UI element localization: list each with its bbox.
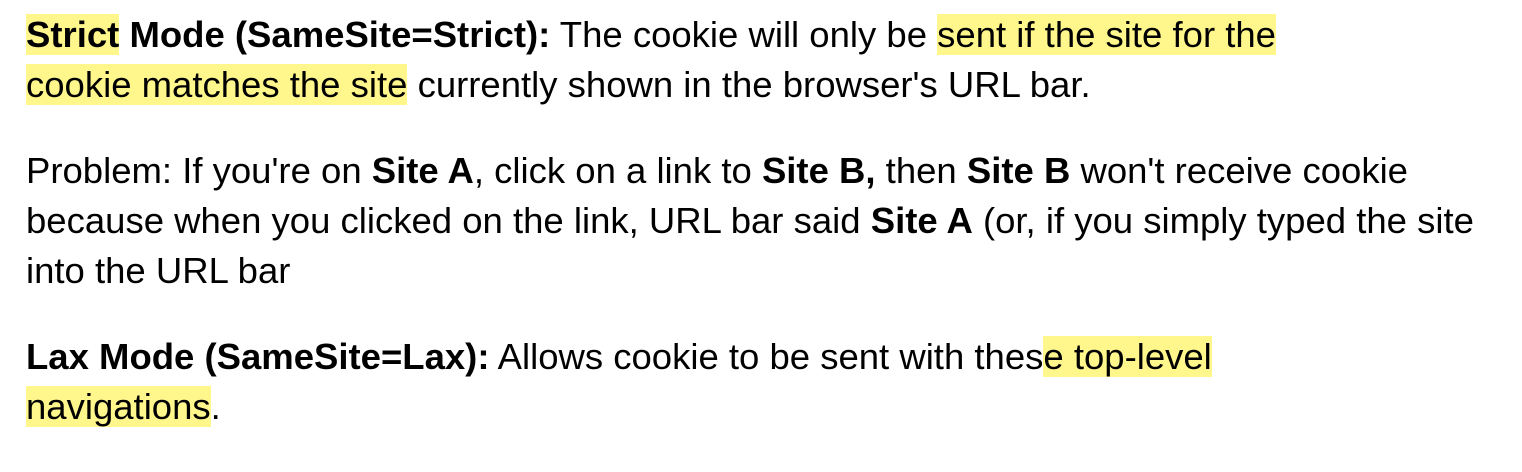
problem-text-3: then <box>875 150 967 191</box>
problem-site-b-1: Site B, <box>761 150 876 191</box>
problem-text-1: Problem: If you're on <box>26 150 372 191</box>
problem-site-a-2: Site A <box>870 200 973 241</box>
problem-site-a-1: Site A <box>371 150 474 191</box>
lax-mode-highlight-1: e top-level <box>1043 336 1212 377</box>
problem-text-2: , click on a link to <box>473 150 762 191</box>
lax-mode-title: Lax Mode (SameSite=Lax): <box>26 336 490 377</box>
document-body: Strict Mode (SameSite=Strict): The cooki… <box>26 10 1506 432</box>
strict-mode-highlight-2: cookie matches the site <box>26 64 408 105</box>
lax-mode-paragraph: Lax Mode (SameSite=Lax): Allows cookie t… <box>26 332 1506 432</box>
strict-mode-highlight-1: sent if the site for the <box>937 14 1276 55</box>
lax-mode-text-2: . <box>210 386 221 427</box>
lax-mode-text-1: Allows cookie to be sent with thes <box>489 336 1044 377</box>
problem-site-b-2: Site B <box>966 150 1071 191</box>
strict-mode-title: Mode (SameSite=Strict): <box>119 14 551 55</box>
strict-mode-paragraph: Strict Mode (SameSite=Strict): The cooki… <box>26 10 1506 110</box>
strict-term-highlight: Strict <box>26 14 120 55</box>
lax-mode-highlight-2: navigations <box>26 386 211 427</box>
problem-paragraph: Problem: If you're on Site A, click on a… <box>26 146 1506 296</box>
strict-mode-text-2: currently shown in the browser's URL bar… <box>407 64 1091 105</box>
strict-mode-text-1: The cookie will only be <box>550 14 938 55</box>
